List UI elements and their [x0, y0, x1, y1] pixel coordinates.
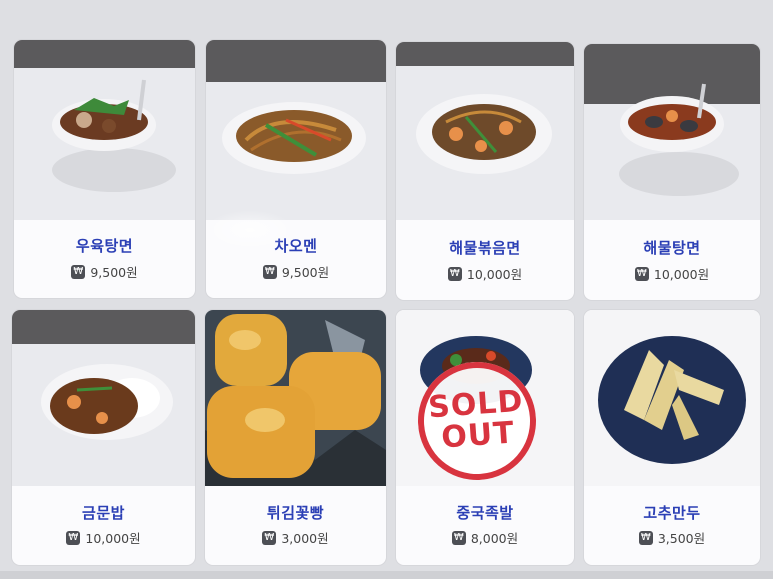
- menu-item-name: 차오멘: [274, 237, 318, 255]
- menu-item-photo: [206, 40, 386, 220]
- won-icon: ₩: [262, 530, 277, 545]
- menu-item-name: 해물볶음면: [449, 239, 521, 257]
- won-icon: ₩: [634, 266, 649, 281]
- won-icon: ₩: [66, 530, 81, 545]
- menu-card-chow-mein[interactable]: 차오멘 ₩ 9,500원: [206, 40, 386, 298]
- menu-item-price: ₩ 9,500원: [14, 262, 195, 281]
- next-row-edge: [0, 571, 773, 579]
- price-text: 3,000원: [281, 531, 329, 546]
- menu-card-chinese-pork-trotters[interactable]: SOLD OUT 중국족발 ₩ 8,000원: [396, 310, 574, 565]
- menu-item-price: ₩ 9,500원: [206, 262, 386, 281]
- menu-item-name: 금문밥: [82, 504, 125, 522]
- won-icon: ₩: [451, 530, 466, 545]
- price-text: 8,000원: [470, 531, 519, 546]
- menu-item-price: ₩ 8,000원: [396, 528, 574, 547]
- price-text: 3,500원: [657, 531, 706, 546]
- menu-item-price: ₩ 3,000원: [205, 528, 386, 547]
- price-text: 9,500원: [90, 265, 138, 280]
- menu-item-photo: [205, 310, 386, 486]
- won-icon: ₩: [71, 264, 86, 279]
- menu-item-name: 튀김꽃빵: [266, 504, 325, 522]
- menu-card-pepper-dumplings[interactable]: 고추만두 ₩ 3,500원: [584, 310, 760, 565]
- menu-item-photo: [12, 310, 195, 486]
- price-text: 10,000원: [466, 267, 523, 282]
- price-text: 9,500원: [281, 265, 330, 280]
- menu-item-name: 우육탕면: [75, 237, 134, 255]
- menu-item-photo: [584, 44, 760, 220]
- menu-item-photo: [14, 40, 195, 220]
- menu-card-seafood-stir-fry-noodles[interactable]: 해물볶음면 ₩ 10,000원: [396, 42, 574, 300]
- menu-item-price: ₩ 10,000원: [12, 528, 195, 547]
- won-icon: ₩: [262, 264, 277, 279]
- menu-card-beef-noodle-soup[interactable]: 우육탕면 ₩ 9,500원: [14, 40, 195, 298]
- menu-item-name: 해물탕면: [643, 239, 701, 257]
- menu-item-name: 중국족발: [456, 504, 514, 522]
- menu-item-name: 고추만두: [643, 504, 701, 522]
- menu-item-price: ₩ 10,000원: [396, 264, 574, 283]
- menu-item-photo: [396, 42, 574, 220]
- price-text: 10,000원: [653, 267, 710, 282]
- menu-item-photo: [584, 310, 760, 486]
- menu-item-price: ₩ 10,000원: [584, 264, 760, 283]
- menu-item-price: ₩ 3,500원: [584, 528, 760, 547]
- menu-card-seafood-noodle-soup[interactable]: 해물탕면 ₩ 10,000원: [584, 44, 760, 300]
- price-text: 10,000원: [85, 531, 141, 546]
- won-icon: ₩: [447, 266, 462, 281]
- menu-card-fried-flower-bun[interactable]: 튀김꽃빵 ₩ 3,000원: [205, 310, 386, 565]
- sold-out-line2: OUT: [440, 415, 516, 456]
- menu-card-geummun-rice[interactable]: 금문밥 ₩ 10,000원: [12, 310, 195, 565]
- won-icon: ₩: [638, 530, 653, 545]
